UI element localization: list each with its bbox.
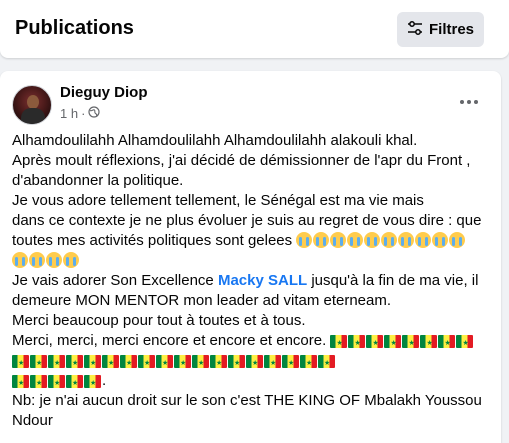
post-meta: 1 h · (60, 106, 101, 121)
crying-face-emoji (313, 232, 330, 248)
header-bar: Publications Filtres (0, 0, 509, 58)
crying-emoji-row-1 (296, 232, 466, 249)
senegal-flag-emoji (66, 374, 83, 394)
post-body: Alhamdoulilahh Alhamdoulilahh Alhamdouli… (12, 131, 490, 431)
post-line-text: . (102, 372, 107, 389)
avatar[interactable] (12, 85, 52, 125)
post-card: Dieguy Diop 1 h · Alhamdoulilahh Alhamdo… (0, 71, 501, 443)
senegal-flag-emoji (84, 354, 101, 374)
crying-face-emoji (12, 252, 28, 268)
post-line: Nb: je n'ai aucun droit sur le son c'est… (12, 392, 482, 409)
senegal-flag-emoji (210, 354, 227, 374)
senegal-flag-emoji (438, 334, 456, 354)
page-title: Publications (15, 17, 134, 39)
crying-face-emoji (330, 232, 347, 248)
post-line: Je vais adorer Son Excellence Macky SALL… (12, 271, 490, 291)
senegal-flag-emoji (102, 354, 119, 374)
globe-icon (88, 106, 101, 121)
filter-button[interactable]: Filtres (397, 12, 484, 47)
crying-emoji-row-2 (12, 251, 490, 271)
post-line: Après moult réflexions, j'ai décidé de d… (12, 152, 471, 169)
post-line-text: Merci, merci, merci encore et encore et … (12, 332, 327, 349)
senegal-flag-emoji (330, 334, 348, 354)
senegal-flag-emoji (30, 354, 47, 374)
senegal-flag-emoji (228, 354, 245, 374)
senegal-flag-emoji (30, 374, 47, 394)
senegal-flag-emoji (420, 334, 438, 354)
crying-face-emoji (432, 232, 449, 248)
post-line: Merci, merci, merci encore et encore et … (12, 331, 490, 354)
more-horizontal-icon (459, 92, 479, 110)
senegal-flag-emoji (192, 354, 209, 374)
senegal-flag-emoji (366, 334, 384, 354)
senegal-flag-emoji (138, 354, 155, 374)
senegal-flag-emoji (156, 354, 173, 374)
senegal-flag-emoji (282, 354, 299, 374)
post-line: toutes mes activités politiques sont gel… (12, 231, 490, 251)
senegal-flag-emoji (300, 354, 317, 374)
crying-face-emoji (46, 252, 62, 268)
flag-emoji-row-2 (12, 351, 490, 374)
post-line: Je vous adore tellement tellement, le Sé… (12, 192, 424, 209)
crying-face-emoji (29, 252, 45, 268)
senegal-flag-emoji (318, 354, 335, 374)
senegal-flag-emoji (120, 354, 137, 374)
crying-face-emoji (398, 232, 415, 248)
senegal-flag-emoji (12, 354, 29, 374)
meta-separator: · (81, 106, 86, 121)
post-line: Ndour (12, 412, 53, 429)
senegal-flag-emoji (174, 354, 191, 374)
senegal-flag-emoji (12, 374, 29, 394)
post-line: Merci beaucoup pour tout à toutes et à t… (12, 312, 306, 329)
senegal-flag-emoji (66, 354, 83, 374)
crying-face-emoji (63, 252, 79, 268)
senegal-flag-emoji (348, 334, 366, 354)
crying-face-emoji (296, 232, 313, 248)
senegal-flag-emoji (384, 334, 402, 354)
senegal-flag-emoji (402, 334, 420, 354)
post-line-text: Je vais adorer Son Excellence (12, 272, 218, 289)
crying-face-emoji (347, 232, 364, 248)
more-options-button[interactable] (455, 89, 483, 113)
post-line: d'abandonner la politique. (12, 172, 184, 189)
filter-label: Filtres (428, 21, 474, 38)
sliders-icon (407, 20, 423, 40)
post-line-text: toutes mes activités politiques sont gel… (12, 232, 293, 249)
crying-face-emoji (364, 232, 381, 248)
post-author[interactable]: Dieguy Diop (60, 84, 148, 101)
post-line-text: jusqu'à la fin de ma vie, il (307, 272, 479, 289)
flag-emoji-row-1 (330, 332, 474, 354)
senegal-flag-emoji (48, 374, 65, 394)
post-line: Alhamdoulilahh Alhamdoulilahh Alhamdouli… (12, 132, 418, 149)
post-time[interactable]: 1 h (60, 106, 78, 121)
senegal-flag-emoji (246, 354, 263, 374)
mention-link[interactable]: Macky SALL (218, 272, 307, 289)
senegal-flag-emoji (456, 334, 474, 354)
senegal-flag-emoji (84, 374, 101, 394)
crying-face-emoji (449, 232, 466, 248)
senegal-flag-emoji (48, 354, 65, 374)
crying-face-emoji (415, 232, 432, 248)
post-line: dans ce contexte je ne plus évoluer je s… (12, 212, 482, 229)
flag-emoji-row-3: . (12, 371, 490, 394)
crying-face-emoji (381, 232, 398, 248)
senegal-flag-emoji (264, 354, 281, 374)
post-line: demeure MON MENTOR mon leader ad vitam e… (12, 292, 392, 309)
